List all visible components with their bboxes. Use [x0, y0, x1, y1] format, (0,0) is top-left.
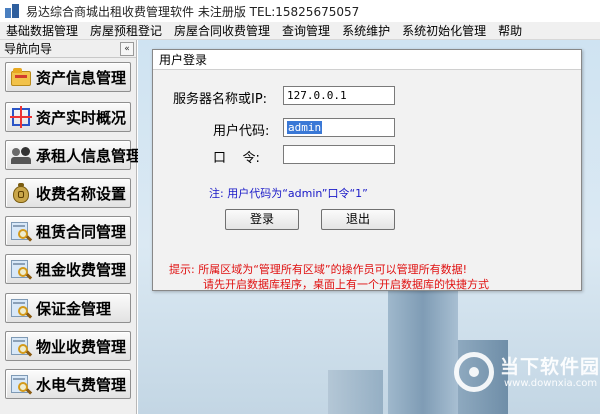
server-input[interactable]: 127.0.0.1: [283, 86, 395, 105]
nav-fee-names[interactable]: 收费名称设置: [5, 178, 131, 208]
search-icon: [10, 220, 33, 242]
nav-rent-fee[interactable]: 租金收费管理: [5, 254, 131, 284]
nav-label: 保证金管理: [36, 299, 112, 318]
nav-label: 租金收费管理: [36, 260, 127, 279]
menu-maintenance[interactable]: 系统维护: [336, 22, 396, 39]
menu-init[interactable]: 系统初始化管理: [396, 22, 492, 39]
login-dialog: 用户登录 服务器名称或IP: 127.0.0.1 用户代码: admin 口 令…: [152, 49, 582, 291]
password-label: 口 令:: [213, 151, 260, 166]
password-input[interactable]: [283, 145, 395, 164]
nav-tenant-info[interactable]: 承租人信息管理: [5, 140, 141, 170]
exit-button[interactable]: 退出: [321, 209, 395, 230]
menu-pre-rent[interactable]: 房屋预租登记: [84, 22, 168, 39]
building-image: [388, 290, 458, 414]
tip-line-1: 提示: 所属区域为“管理所有区域”的操作员可以管理所有数据!: [169, 263, 468, 276]
dialog-title: 用户登录: [153, 50, 581, 70]
server-label: 服务器名称或IP:: [173, 92, 268, 107]
nav-utility-fee[interactable]: 水电气费管理: [5, 369, 131, 399]
window-title: 易达综合商城出租收费管理软件 未注册版 TEL:15825675057: [26, 4, 360, 19]
user-code-value: admin: [287, 121, 323, 134]
user-code-label: 用户代码:: [213, 124, 270, 139]
title-bar: 易达综合商城出租收费管理软件 未注册版 TEL:15825675057: [0, 0, 600, 22]
navigation-sidebar: 导航向导 « 资产信息管理 资产实时概况 承租人信息管理 收费名称设置 租赁合同…: [0, 40, 141, 414]
search-icon: [10, 335, 33, 357]
sidebar-title: 导航向导: [4, 42, 53, 56]
nav-label: 水电气费管理: [36, 375, 127, 394]
watermark: 当下软件园 www.downxia.com: [452, 346, 600, 398]
watermark-logo-icon: [454, 352, 494, 392]
search-icon: [10, 258, 33, 280]
collapse-sidebar-button[interactable]: «: [120, 41, 134, 56]
login-button[interactable]: 登录: [225, 209, 299, 230]
nav-asset-info[interactable]: 资产信息管理: [5, 62, 131, 92]
watermark-url: www.downxia.com: [504, 378, 598, 389]
nav-label: 租赁合同管理: [36, 222, 127, 241]
people-icon: [10, 144, 32, 166]
money-bag-icon: [10, 182, 32, 204]
hint-note: 注: 用户代码为“admin”口令“1”: [209, 187, 368, 200]
menu-contract-fee[interactable]: 房屋合同收费管理: [168, 22, 276, 39]
nav-label: 收费名称设置: [36, 184, 127, 203]
tip-line-2: 请先开启数据库程序，桌面上有一个开启数据库的快捷方式: [203, 278, 489, 291]
building-image: [328, 370, 383, 414]
search-icon: [10, 373, 33, 395]
menu-bar: 基础数据管理 房屋预租登记 房屋合同收费管理 查询管理 系统维护 系统初始化管理…: [0, 22, 600, 40]
menu-help[interactable]: 帮助: [492, 22, 528, 39]
menu-query[interactable]: 查询管理: [276, 22, 336, 39]
arrows-icon: [10, 106, 32, 128]
nav-deposit[interactable]: 保证金管理: [5, 293, 131, 323]
nav-label: 承租人信息管理: [36, 146, 142, 165]
user-code-input[interactable]: admin: [283, 118, 395, 137]
nav-property-fee[interactable]: 物业收费管理: [5, 331, 131, 361]
watermark-text: 当下软件园: [500, 356, 600, 378]
menu-basic-data[interactable]: 基础数据管理: [0, 22, 84, 39]
nav-label: 物业收费管理: [36, 337, 127, 356]
search-icon: [10, 297, 33, 319]
nav-asset-overview[interactable]: 资产实时概况: [5, 102, 131, 132]
nav-label: 资产信息管理: [36, 68, 127, 87]
app-icon: [4, 3, 20, 19]
folder-icon: [10, 66, 32, 88]
sidebar-header: 导航向导 «: [0, 40, 136, 58]
nav-lease-contract[interactable]: 租赁合同管理: [5, 216, 131, 246]
nav-label: 资产实时概况: [36, 108, 127, 127]
